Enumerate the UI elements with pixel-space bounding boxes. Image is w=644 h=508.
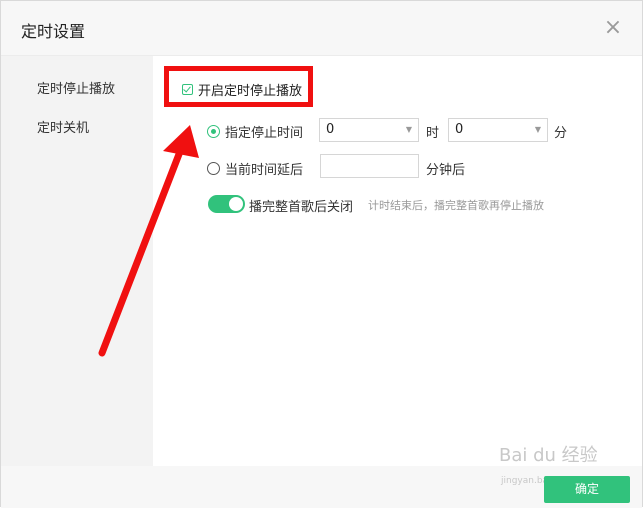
annotation-arrow-icon <box>98 125 199 357</box>
timer-settings-dialog: 定时设置 × 定时停止播放 定时关机 开启定时停止播放 指定停止时间 0 ▼ 时… <box>0 0 643 508</box>
